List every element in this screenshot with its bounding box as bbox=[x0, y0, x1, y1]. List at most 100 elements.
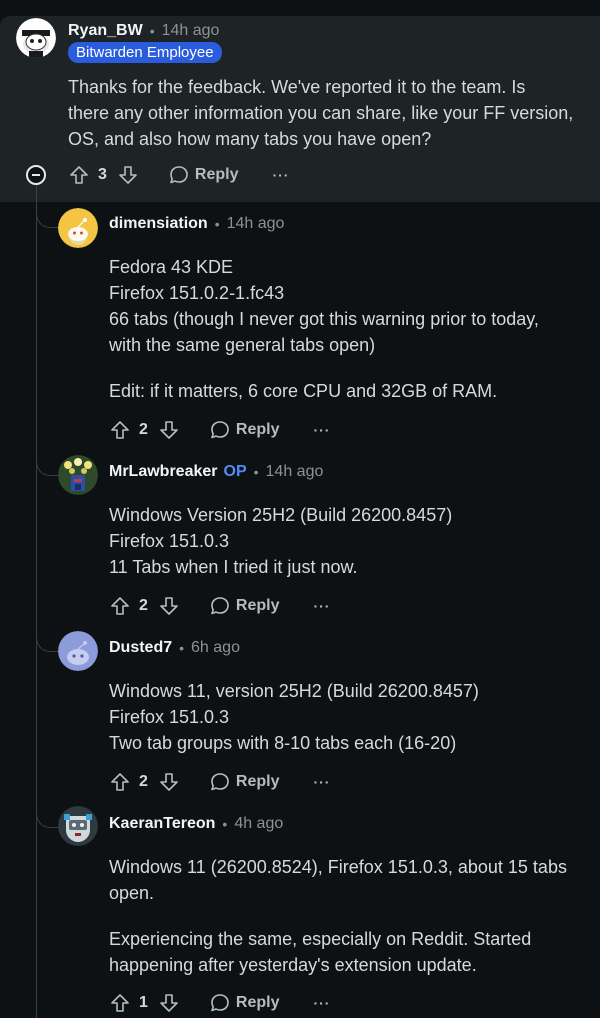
comment-line: open. bbox=[109, 883, 155, 903]
vote-score: 2 bbox=[139, 597, 148, 614]
avatar[interactable] bbox=[58, 806, 98, 846]
avatar[interactable] bbox=[16, 18, 56, 58]
vote-score: 2 bbox=[139, 773, 148, 790]
upvote-button[interactable] bbox=[109, 595, 131, 617]
arrow-down-icon bbox=[160, 421, 178, 439]
thread-branch bbox=[36, 792, 58, 828]
arrow-up-icon bbox=[111, 994, 129, 1012]
meta-separator: • bbox=[214, 216, 220, 232]
user-flair: Bitwarden Employee bbox=[68, 42, 222, 63]
avatar[interactable] bbox=[58, 631, 98, 671]
more-options-button[interactable]: ··· bbox=[313, 598, 330, 614]
author-name[interactable]: Dusted7 bbox=[109, 639, 172, 657]
meta-separator: • bbox=[222, 816, 228, 832]
comment-actions: 3 Reply ··· bbox=[68, 160, 289, 190]
thread-branch bbox=[36, 440, 58, 476]
reply-label: Reply bbox=[235, 421, 280, 438]
collapse-thread-button[interactable] bbox=[26, 165, 46, 185]
comment-line: 66 tabs (though I never got this warning… bbox=[109, 309, 539, 329]
comment-meta: dimensiation • 14h ago bbox=[109, 215, 284, 233]
more-options-button[interactable]: ··· bbox=[313, 774, 330, 790]
downvote-button[interactable] bbox=[158, 595, 180, 617]
speech-bubble-icon bbox=[170, 166, 188, 184]
reply-button[interactable]: Reply bbox=[169, 165, 239, 185]
author-name[interactable]: KaeranTereon bbox=[109, 815, 215, 833]
more-options-button[interactable]: ··· bbox=[313, 422, 330, 438]
minus-circle-icon bbox=[32, 174, 40, 176]
arrow-up-icon bbox=[70, 166, 88, 184]
author-name[interactable]: dimensiation bbox=[109, 215, 208, 233]
reply-button[interactable]: Reply bbox=[210, 420, 280, 440]
comment-line: Experiencing the same, especially on Red… bbox=[109, 929, 532, 949]
comment-line: Thanks for the feedback. We've reported … bbox=[68, 77, 526, 97]
upvote-button[interactable] bbox=[109, 419, 131, 441]
comment-line: Two tab groups with 8-10 tabs each (16-2… bbox=[109, 733, 457, 753]
upvote-button[interactable] bbox=[109, 771, 131, 793]
comment-line: with the same general tabs open) bbox=[109, 335, 376, 355]
arrow-up-icon bbox=[111, 773, 129, 791]
comment-line: Windows 11, version 25H2 (Build 26200.84… bbox=[109, 681, 479, 701]
speech-bubble-icon bbox=[211, 597, 229, 615]
comment-meta: Ryan_BW • 14h ago bbox=[68, 22, 219, 40]
more-options-button[interactable]: ··· bbox=[313, 995, 330, 1011]
timestamp: 6h ago bbox=[191, 639, 240, 656]
arrow-down-icon bbox=[160, 773, 178, 791]
timestamp: 14h ago bbox=[161, 22, 220, 39]
reply-label: Reply bbox=[235, 597, 280, 614]
comment-actions: 2 Reply ··· bbox=[109, 767, 330, 797]
timestamp: 14h ago bbox=[265, 463, 324, 480]
comment-meta: Dusted7 • 6h ago bbox=[109, 639, 240, 657]
op-badge: OP bbox=[223, 463, 247, 480]
vote-score: 2 bbox=[139, 421, 148, 438]
comment-body: Thanks for the feedback. We've reported … bbox=[68, 74, 573, 152]
avatar[interactable] bbox=[58, 455, 98, 495]
thread-branch bbox=[36, 616, 58, 652]
timestamp: 14h ago bbox=[226, 215, 285, 232]
reply-label: Reply bbox=[194, 166, 239, 183]
thread-branch bbox=[36, 196, 58, 228]
comment-line: happening after yesterday's extension up… bbox=[109, 955, 477, 975]
upvote-button[interactable] bbox=[68, 164, 90, 186]
comment-actions: 2 Reply ··· bbox=[109, 415, 330, 445]
comment-meta: KaeranTereon • 4h ago bbox=[109, 815, 283, 833]
vote-score: 1 bbox=[139, 994, 148, 1011]
vote-score: 3 bbox=[98, 166, 107, 183]
arrow-up-icon bbox=[111, 421, 129, 439]
comment-actions: 1 Reply ··· bbox=[109, 988, 330, 1018]
comment-line: there any other information you can shar… bbox=[68, 103, 574, 123]
comment-meta: MrLawbreaker OP • 14h ago bbox=[109, 463, 323, 481]
reply-button[interactable]: Reply bbox=[210, 772, 280, 792]
avatar[interactable] bbox=[58, 208, 98, 248]
comment-line: Firefox 151.0.3 bbox=[109, 707, 230, 727]
meta-separator: • bbox=[253, 464, 259, 480]
comment-line: Edit: if it matters, 6 core CPU and 32GB… bbox=[109, 381, 498, 401]
reply-label: Reply bbox=[235, 773, 280, 790]
comment-line: Windows Version 25H2 (Build 26200.8457) bbox=[109, 505, 453, 525]
comment-body: Fedora 43 KDE Firefox 151.0.2-1.fc43 66 … bbox=[109, 254, 539, 404]
timestamp: 4h ago bbox=[234, 815, 284, 832]
reply-label: Reply bbox=[235, 994, 280, 1011]
upvote-button[interactable] bbox=[109, 992, 131, 1014]
comment-line: Fedora 43 KDE bbox=[109, 257, 234, 277]
speech-bubble-icon bbox=[211, 994, 229, 1012]
downvote-button[interactable] bbox=[158, 992, 180, 1014]
comment-line: Windows 11 (26200.8524), Firefox 151.0.3… bbox=[109, 857, 567, 877]
comment-body: Windows 11, version 25H2 (Build 26200.84… bbox=[109, 678, 479, 756]
author-name[interactable]: Ryan_BW bbox=[68, 22, 143, 40]
more-options-button[interactable]: ··· bbox=[272, 167, 289, 183]
comment-actions: 2 Reply ··· bbox=[109, 591, 330, 621]
comment-line: OS, and also how many tabs you have open… bbox=[68, 129, 432, 149]
downvote-button[interactable] bbox=[158, 419, 180, 441]
arrow-down-icon bbox=[160, 597, 178, 615]
reply-button[interactable]: Reply bbox=[210, 596, 280, 616]
meta-separator: • bbox=[179, 640, 185, 656]
arrow-down-icon bbox=[160, 994, 178, 1012]
thread-line bbox=[36, 185, 37, 1018]
reply-button[interactable]: Reply bbox=[210, 993, 280, 1013]
author-name[interactable]: MrLawbreaker bbox=[109, 463, 218, 481]
downvote-button[interactable] bbox=[117, 164, 139, 186]
comment-line: Firefox 151.0.2-1.fc43 bbox=[109, 283, 285, 303]
arrow-up-icon bbox=[111, 597, 129, 615]
downvote-button[interactable] bbox=[158, 771, 180, 793]
comment-body: Windows 11 (26200.8524), Firefox 151.0.3… bbox=[109, 854, 567, 978]
